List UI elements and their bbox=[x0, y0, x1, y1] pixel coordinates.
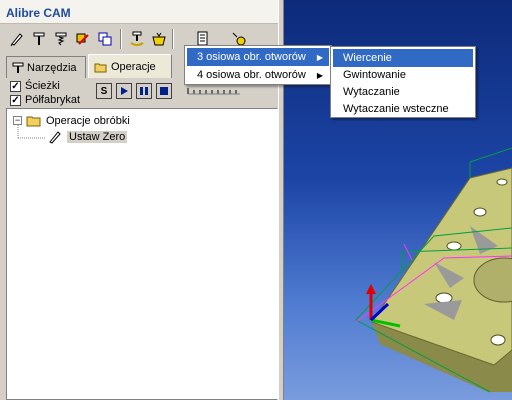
drill-operation-icon[interactable] bbox=[126, 28, 148, 50]
drill-hole bbox=[490, 334, 506, 346]
panel-title: Alibre CAM bbox=[0, 0, 284, 24]
cutter-icon[interactable] bbox=[72, 28, 94, 50]
submenu-arrow-icon: ▶ bbox=[316, 52, 323, 62]
stock-checkbox[interactable]: ✓ bbox=[10, 94, 21, 106]
tree-child-label: Ustaw Zero bbox=[67, 131, 128, 143]
play-icon bbox=[121, 87, 128, 95]
copy-icon[interactable] bbox=[94, 28, 116, 50]
drill-hole bbox=[473, 207, 487, 217]
menu-item-4-axis-label: 4 osiowa obr. otworów bbox=[197, 69, 306, 81]
sim-speed-slider[interactable] bbox=[186, 86, 242, 96]
menu-item-4-axis-drilling[interactable]: 4 osiowa obr. otworów ▶ bbox=[187, 66, 329, 84]
stock-checkbox-row[interactable]: ✓ Półfabrykat bbox=[10, 94, 80, 106]
pause-button[interactable] bbox=[136, 83, 152, 99]
pocket-icon[interactable] bbox=[148, 28, 170, 50]
toolbar-separator bbox=[120, 29, 122, 49]
tab-operations[interactable]: Operacje bbox=[88, 54, 172, 78]
submenu-item-back-boring[interactable]: Wytaczanie wsteczne bbox=[333, 100, 473, 118]
stop-icon bbox=[160, 87, 168, 95]
pencil-icon[interactable] bbox=[6, 28, 28, 50]
drill-icon[interactable] bbox=[28, 28, 50, 50]
pencil-icon bbox=[49, 131, 61, 144]
paths-checkbox[interactable]: ✓ bbox=[10, 80, 21, 92]
tool-icon bbox=[12, 62, 24, 73]
tab-tools-label: Narzędzia bbox=[27, 61, 77, 74]
submenu-arrow-icon: ▶ bbox=[316, 70, 323, 80]
paths-checkbox-row[interactable]: ✓ Ścieżki bbox=[10, 80, 60, 92]
tab-tools[interactable]: Narzędzia bbox=[6, 56, 86, 78]
menu-item-3-axis-label: 3 osiowa obr. otworów bbox=[197, 51, 306, 63]
stock-label: Półfabrykat bbox=[25, 94, 81, 106]
tree-connector bbox=[17, 125, 45, 139]
tab-operations-label: Operacje bbox=[111, 60, 156, 73]
drill-hole bbox=[496, 178, 508, 186]
menu-item-3-axis-drilling[interactable]: 3 osiowa obr. otworów ▶ bbox=[187, 48, 329, 66]
tree-node-set-zero[interactable]: Ustaw Zero bbox=[47, 129, 128, 145]
tree-root-label: Operacje obróbki bbox=[46, 114, 130, 127]
submenu-item-tapping[interactable]: Gwintowanie bbox=[333, 66, 473, 84]
stock-wireframe bbox=[469, 147, 512, 163]
paths-label: Ścieżki bbox=[25, 80, 60, 92]
toolbar-separator bbox=[172, 29, 174, 49]
submenu-item-boring[interactable]: Wytaczanie bbox=[333, 83, 473, 101]
pause-icon bbox=[140, 87, 148, 95]
sim-step-button[interactable]: S bbox=[96, 83, 112, 99]
drilling-submenu: Wiercenie Gwintowanie Wytaczanie Wytacza… bbox=[330, 46, 476, 118]
operations-tree: − Operacje obróbki Ustaw Zero bbox=[6, 108, 278, 400]
context-menu: 3 osiowa obr. otworów ▶ 4 osiowa obr. ot… bbox=[184, 45, 332, 85]
z-axis-arrow bbox=[366, 284, 376, 294]
stop-button[interactable] bbox=[156, 83, 172, 99]
play-button[interactable] bbox=[116, 83, 132, 99]
tap-icon[interactable] bbox=[50, 28, 72, 50]
drill-hole bbox=[446, 241, 462, 251]
folder-open-icon bbox=[94, 63, 107, 72]
collapse-icon[interactable]: − bbox=[13, 116, 22, 125]
submenu-item-drilling[interactable]: Wiercenie bbox=[333, 49, 473, 67]
